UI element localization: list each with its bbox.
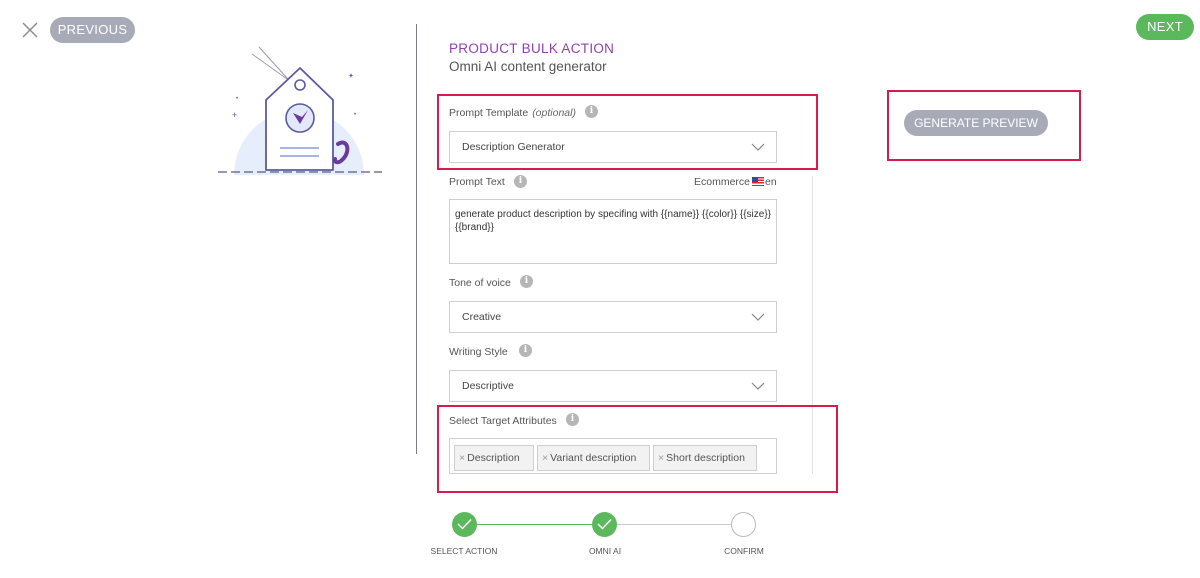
step-label-omni-ai: OMNI AI xyxy=(588,546,622,556)
svg-text:•: • xyxy=(236,96,238,102)
step-label-select-action: SELECT ACTION xyxy=(430,546,498,556)
prompt-text-label: Prompt Text xyxy=(449,176,505,188)
progress-stepper: SELECT ACTION OMNI AI CONFIRM xyxy=(0,508,1200,568)
step-omni-ai[interactable] xyxy=(592,512,617,537)
locale-indicator[interactable]: Ecommerce en xyxy=(694,176,777,188)
highlight-box-generate-preview xyxy=(887,90,1081,161)
divider-line xyxy=(416,24,417,454)
price-tag-illustration: + ✦ • • xyxy=(218,46,382,175)
language-code: en xyxy=(765,176,777,188)
close-icon[interactable] xyxy=(20,20,40,40)
tone-select[interactable]: Creative xyxy=(449,301,777,333)
info-icon[interactable]: i xyxy=(519,344,532,357)
svg-text:•: • xyxy=(354,112,356,118)
check-icon xyxy=(457,519,472,530)
step-connector xyxy=(617,524,731,525)
svg-text:✦: ✦ xyxy=(348,72,354,80)
panel-title: PRODUCT BULK ACTION xyxy=(449,41,615,56)
prompt-text-area[interactable]: generate product description by specifin… xyxy=(449,199,777,264)
writing-style-value: Descriptive xyxy=(462,380,514,392)
step-connector xyxy=(477,524,593,525)
tone-value: Creative xyxy=(462,311,502,323)
info-icon[interactable]: i xyxy=(514,175,527,188)
writing-style-label: Writing Style xyxy=(449,346,508,358)
step-confirm[interactable] xyxy=(731,512,756,537)
tone-label: Tone of voice xyxy=(449,277,511,289)
highlight-box-prompt-template xyxy=(437,94,818,170)
previous-button[interactable]: PREVIOUS xyxy=(50,17,135,43)
panel-subtitle: Omni AI content generator xyxy=(449,59,607,74)
us-flag-icon xyxy=(752,177,765,186)
writing-style-select[interactable]: Descriptive xyxy=(449,370,777,402)
highlight-box-target-attributes xyxy=(437,405,838,493)
svg-text:+: + xyxy=(232,110,237,120)
next-button[interactable]: NEXT xyxy=(1136,14,1194,40)
step-select-action[interactable] xyxy=(452,512,477,537)
info-icon[interactable]: i xyxy=(520,275,533,288)
step-label-confirm: CONFIRM xyxy=(724,546,764,556)
check-icon xyxy=(597,519,612,530)
chevron-down-icon xyxy=(751,313,765,321)
context-label: Ecommerce xyxy=(694,176,751,188)
chevron-down-icon xyxy=(751,382,765,390)
